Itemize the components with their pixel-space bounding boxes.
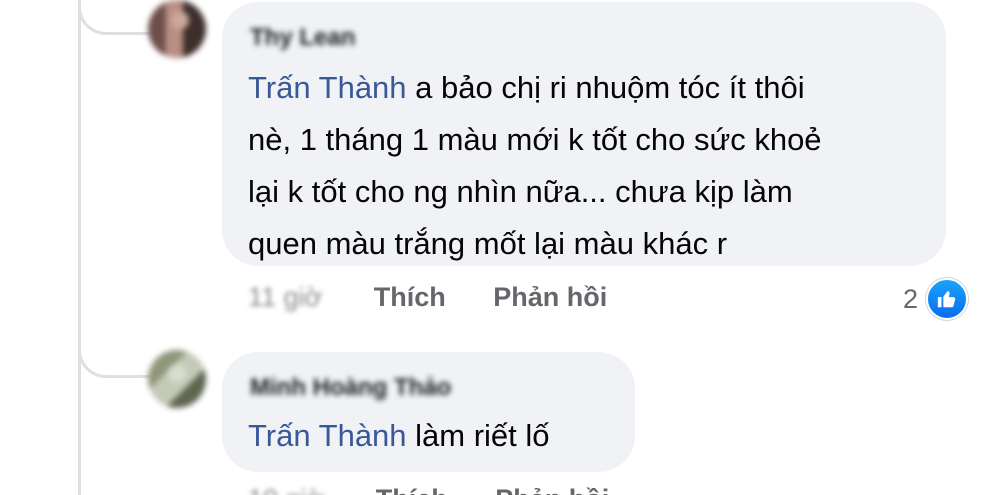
comment-timestamp[interactable]: 10 giờ xyxy=(248,484,324,495)
comment-actions: 10 giờ Thích Phản hồi xyxy=(248,484,649,495)
comment-line: nè, 1 tháng 1 màu mới k tốt cho sức khoẻ xyxy=(248,122,822,157)
reply-button[interactable]: Phản hồi xyxy=(495,484,609,495)
comment-line: lại k tốt cho ng nhìn nữa... chưa kịp là… xyxy=(248,174,793,209)
reply-button[interactable]: Phản hồi xyxy=(493,282,607,313)
comment-line: quen màu trắng mốt lại màu khác r xyxy=(248,226,728,261)
avatar[interactable] xyxy=(148,0,206,58)
comment-author[interactable]: Minh Hoàng Thảo xyxy=(250,374,451,402)
thread-connector-line xyxy=(78,0,81,495)
mention-link[interactable]: Trấn Thành xyxy=(248,418,407,453)
comment-text: Trấn Thành a bảo chị ri nhuộm tóc ít thô… xyxy=(248,62,822,270)
like-icon xyxy=(926,278,969,320)
comment-bubble: Minh Hoàng Thảo Trấn Thành làm riết lố xyxy=(222,352,635,472)
reaction-summary[interactable]: 2 xyxy=(903,278,969,320)
like-button[interactable]: Thích xyxy=(376,484,448,495)
comment-author[interactable]: Thy Lean xyxy=(250,24,355,52)
mention-link[interactable]: Trấn Thành xyxy=(248,70,407,105)
comment-line: làm riết lố xyxy=(406,418,550,453)
comment-bubble: Thy Lean Trấn Thành a bảo chị ri nhuộm t… xyxy=(222,2,946,266)
comment-thread: Thy Lean Trấn Thành a bảo chị ri nhuộm t… xyxy=(0,0,1000,495)
avatar[interactable] xyxy=(148,350,206,408)
like-button[interactable]: Thích xyxy=(374,282,446,313)
reaction-count: 2 xyxy=(903,283,919,314)
comment-text: Trấn Thành làm riết lố xyxy=(248,410,550,462)
thread-branch-curve xyxy=(78,335,151,378)
comment-timestamp[interactable]: 11 giờ xyxy=(248,282,322,313)
comment-actions: 11 giờ Thích Phản hồi xyxy=(248,282,647,313)
comment-line: a bảo chị ri nhuộm tóc ít thôi xyxy=(406,70,805,105)
thread-branch-curve xyxy=(78,0,151,35)
